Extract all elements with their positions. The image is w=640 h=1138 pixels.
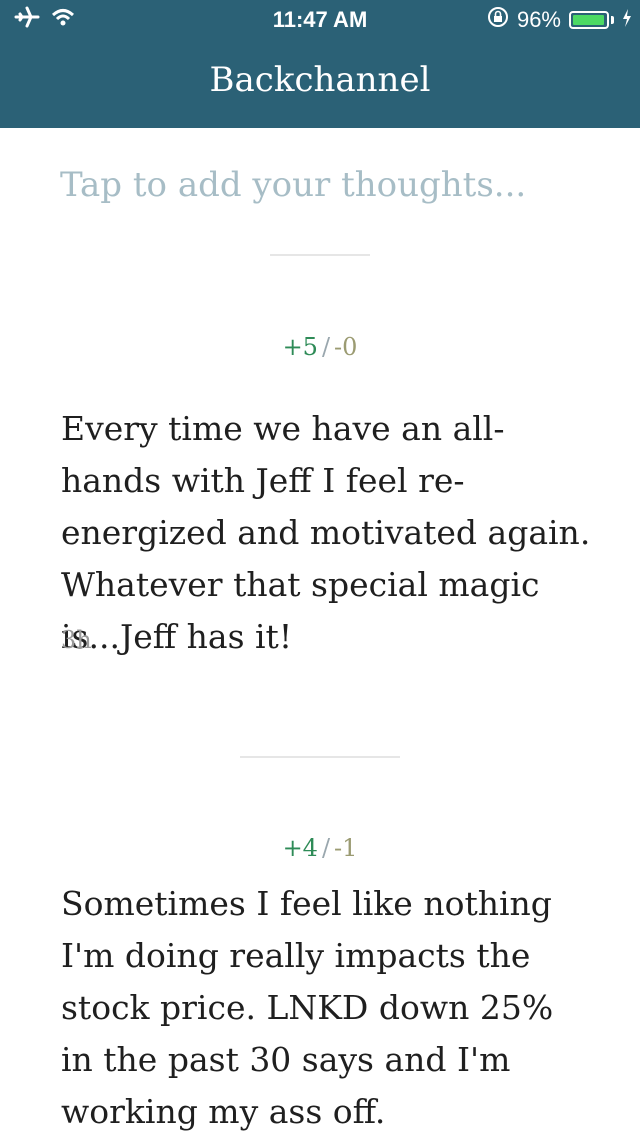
downvote-count[interactable]: -0 [334,333,357,361]
battery-fill [573,15,604,25]
battery-percent: 96% [516,7,561,32]
battery-icon [569,11,609,29]
page-title: Backchannel [209,60,431,100]
status-bar: 11:47 AM 96% [0,0,640,40]
nav-header: 11:47 AM 96% Backchannel [0,0,640,128]
battery-nub [611,16,614,24]
rotation-lock-icon [487,6,509,34]
compose-input[interactable]: Tap to add your thoughts... [60,165,580,205]
post-text[interactable]: Every time we have an all-hands with Jef… [61,403,591,663]
downvote-count[interactable]: -1 [334,834,357,862]
charging-icon [622,7,632,33]
divider [240,756,400,758]
post-votes: +4/-1 [0,834,640,862]
divider [270,254,370,256]
post-timestamp: 3h [61,626,92,654]
post-votes: +5/-0 [0,333,640,361]
upvote-count[interactable]: +5 [283,333,318,361]
post-text[interactable]: Sometimes I feel like nothing I'm doing … [61,878,591,1138]
upvote-count[interactable]: +4 [283,834,318,862]
vote-separator: / [321,333,331,361]
vote-separator: / [321,834,331,862]
status-right: 96% [487,6,632,34]
